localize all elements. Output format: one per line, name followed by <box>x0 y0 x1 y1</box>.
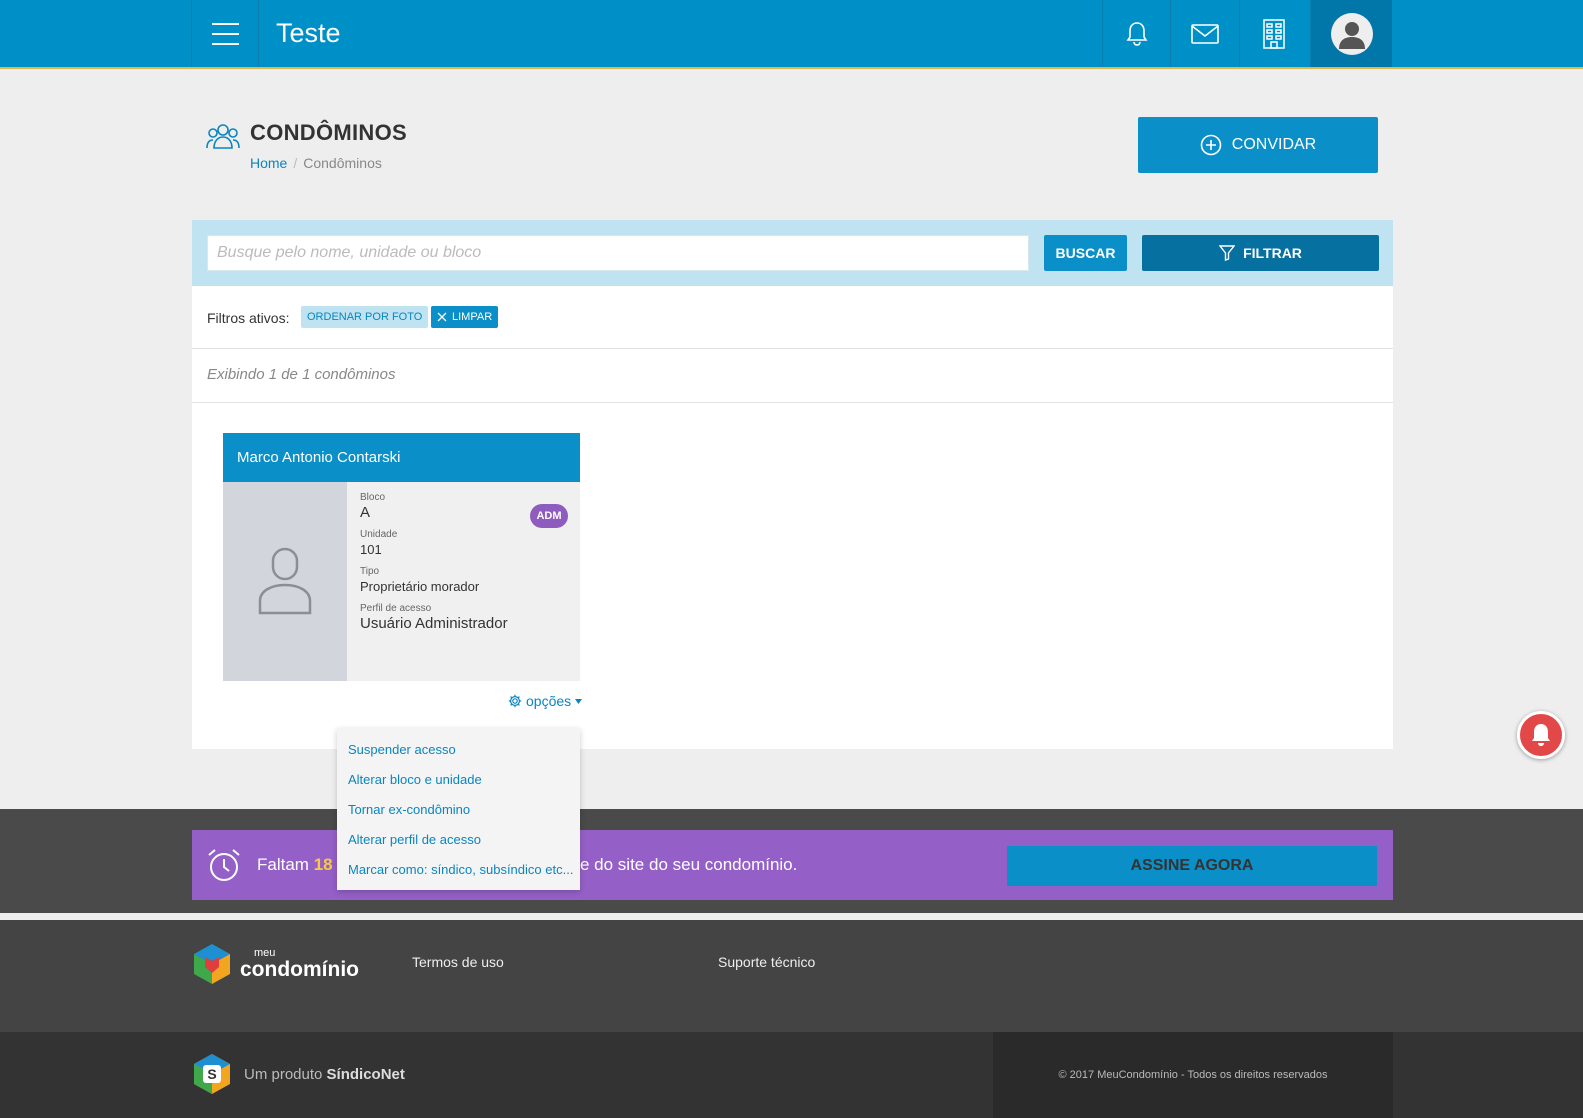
promo-message: Faltam 18 <box>257 855 333 875</box>
menu-item-change-access-profile[interactable]: Alterar perfil de acesso <box>337 824 580 854</box>
app-title: Teste <box>276 18 341 48</box>
menu-item-make-former-resident[interactable]: Tornar ex-condômino <box>337 794 580 824</box>
cube-logo-icon <box>194 944 230 984</box>
sindiconet-logo-icon: S <box>194 1054 230 1094</box>
resident-name[interactable]: Marco Antonio Contarski <box>223 433 580 482</box>
invite-button-label: CONVIDAR <box>1231 136 1317 153</box>
top-navbar: Teste <box>0 0 1583 69</box>
search-button[interactable]: BUSCAR <box>1044 235 1127 271</box>
terms-of-use-link[interactable]: Termos de uso <box>412 954 504 970</box>
mail-icon <box>1190 23 1219 44</box>
product-credit: S Um produto SíndicoNet <box>192 1052 405 1096</box>
subscribe-now-button[interactable]: ASSINE AGORA <box>1007 846 1377 886</box>
unidade-label: Unidade <box>360 529 398 540</box>
users-group-icon <box>206 124 240 149</box>
close-icon <box>437 312 447 322</box>
tipo-value: Proprietário morador <box>360 579 480 594</box>
bloco-label: Bloco <box>360 492 386 503</box>
menu-item-change-block-unit[interactable]: Alterar bloco e unidade <box>337 764 580 794</box>
product-prefix: Um produto <box>244 1065 323 1083</box>
breadcrumb-separator: / <box>293 155 298 171</box>
user-menu-button[interactable] <box>1310 0 1392 67</box>
filter-button[interactable]: FILTRAR <box>1142 235 1379 271</box>
bell-icon <box>1532 724 1550 746</box>
footer-bottom: S Um produto SíndicoNet © 2017 MeuCondom… <box>0 1032 1583 1118</box>
page-title: CONDÔMINOS <box>250 120 407 145</box>
tech-support-link[interactable]: Suporte técnico <box>718 954 815 970</box>
perfil-label: Perfil de acesso <box>360 603 432 614</box>
copyright: © 2017 MeuCondomínio - Todos os direitos… <box>993 1032 1393 1118</box>
residents-panel: BUSCAR FILTRAR Filtros ativos: ORDENAR P… <box>192 220 1393 749</box>
menu-item-mark-as-role[interactable]: Marcar como: síndico, subsíndico etc... <box>337 854 580 884</box>
condominium-button[interactable] <box>1239 0 1307 67</box>
breadcrumb: Home / Condôminos <box>250 155 382 171</box>
building-icon <box>1262 18 1285 49</box>
results-count: Exibindo 1 de 1 condôminos <box>207 366 396 383</box>
filter-button-label: FILTRAR <box>1243 245 1302 261</box>
resident-photo <box>223 482 347 681</box>
clear-filters-button[interactable]: LIMPAR <box>431 306 499 328</box>
bell-icon <box>1126 21 1147 46</box>
active-filters-label: Filtros ativos: <box>207 310 290 326</box>
alarm-clock-icon <box>208 849 240 881</box>
push-notification-button[interactable] <box>1517 711 1565 759</box>
svg-text:S: S <box>207 1066 216 1082</box>
user-placeholder-icon <box>258 547 312 614</box>
search-bar: BUSCAR FILTRAR <box>192 220 1393 286</box>
active-filters-row: Filtros ativos: ORDENAR POR FOTO LIMPAR <box>192 286 1393 349</box>
product-name: SíndicoNet <box>326 1065 405 1083</box>
unidade-value: 101 <box>360 542 382 557</box>
caret-down-icon <box>575 698 583 704</box>
messages-button[interactable] <box>1170 0 1238 67</box>
admin-badge: ADM <box>530 504 568 528</box>
options-dropdown: Suspender acesso Alterar bloco e unidade… <box>337 728 580 890</box>
user-avatar-icon <box>1330 12 1373 55</box>
results-count-row: Exibindo 1 de 1 condôminos <box>192 349 1393 403</box>
menu-icon[interactable] <box>191 0 259 67</box>
options-toggle[interactable]: opções <box>508 693 583 709</box>
breadcrumb-current: Condôminos <box>303 155 382 171</box>
promo-text-end: e do site do seu condomínio. <box>580 855 798 874</box>
tipo-label: Tipo <box>360 566 380 577</box>
notifications-button[interactable] <box>1102 0 1170 67</box>
footer-links-band: meu condomínio Termos de uso Suporte téc… <box>0 920 1583 1032</box>
menu-item-suspend-access[interactable]: Suspender acesso <box>337 734 580 764</box>
options-label: opções <box>526 693 572 709</box>
meucondominio-logo: meu condomínio <box>192 942 359 986</box>
plus-circle-icon <box>1200 134 1222 156</box>
clear-filters-label: LIMPAR <box>452 311 493 323</box>
breadcrumb-home-link[interactable]: Home <box>250 155 287 171</box>
filter-chip-order-by-photo[interactable]: ORDENAR POR FOTO <box>301 306 429 328</box>
resident-card: Marco Antonio Contarski Bloco A Unidade … <box>223 433 580 681</box>
promo-text-start: Faltam <box>257 855 309 874</box>
gear-icon <box>508 694 522 708</box>
search-input[interactable] <box>207 235 1029 271</box>
perfil-value: Usuário Administrador <box>360 615 508 632</box>
invite-button[interactable]: CONVIDAR <box>1138 117 1378 173</box>
filter-icon <box>1219 245 1236 261</box>
promo-days: 18 <box>313 855 333 874</box>
brand-large-text: condomínio <box>240 958 359 981</box>
